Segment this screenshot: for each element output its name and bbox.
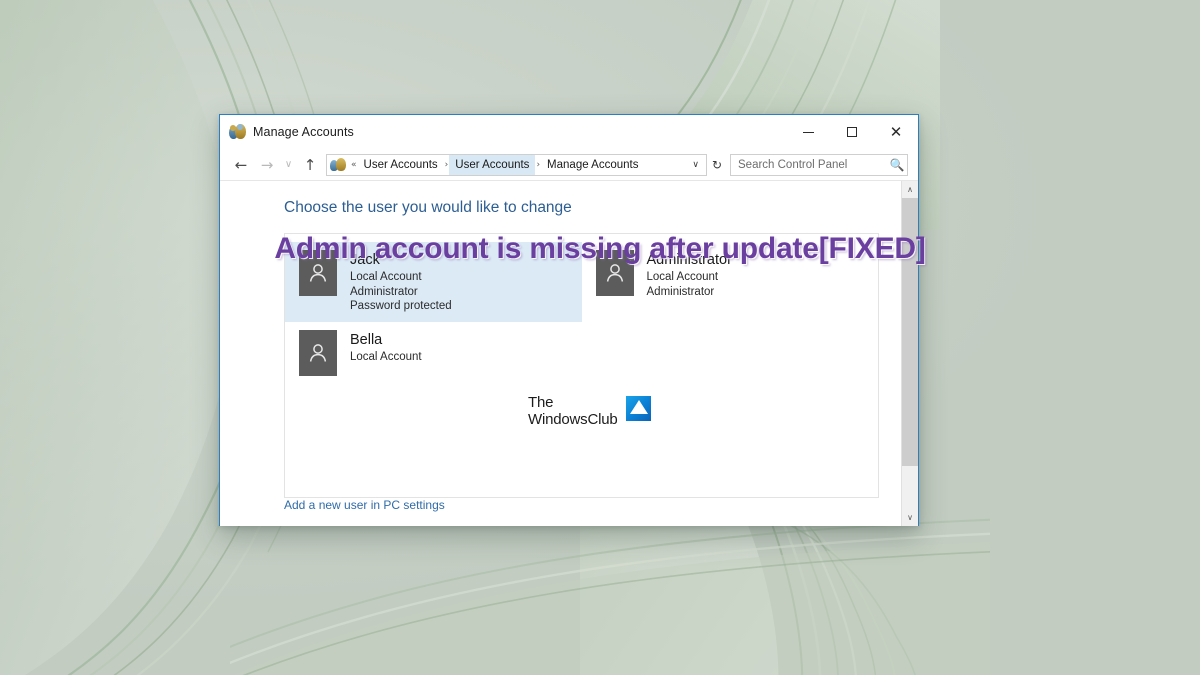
user-meta-line: Administrator (646, 285, 715, 298)
minimize-button[interactable] (786, 115, 830, 149)
desktop-background: Manage Accounts ✕ ← → ∨ ↑ « User Account… (0, 0, 1200, 675)
maximize-button[interactable] (830, 115, 874, 149)
user-meta-line: Password protected (350, 300, 452, 312)
address-dropdown-icon[interactable]: ∨ (685, 160, 706, 170)
user-meta-line: Local Account (646, 271, 719, 283)
breadcrumb-user-accounts-2[interactable]: User Accounts (449, 154, 536, 175)
search-box[interactable]: Search Control Panel 🔍 (730, 153, 908, 176)
window-titlebar[interactable]: Manage Accounts ✕ (220, 115, 918, 149)
search-input[interactable]: Search Control Panel (731, 159, 887, 171)
window-controls: ✕ (786, 115, 918, 149)
overlay-caption: Admin account is missing after update[FI… (274, 232, 926, 265)
add-new-user-link[interactable]: Add a new user in PC settings (284, 498, 445, 512)
close-button[interactable]: ✕ (874, 115, 918, 149)
thewindowsclub-watermark: The WindowsClub (528, 394, 651, 428)
control-panel-icon (330, 157, 346, 172)
user-meta-line: Administrator (350, 285, 418, 298)
window-title: Manage Accounts (253, 125, 354, 139)
user-meta-line: Local Account (350, 271, 422, 283)
user-card-bella[interactable]: Bella Local Account (285, 322, 582, 384)
up-button[interactable]: ↑ (297, 153, 323, 177)
scroll-down-icon[interactable]: ∨ (902, 509, 918, 526)
breadcrumb-user-accounts-1[interactable]: User Accounts (358, 155, 444, 175)
user-meta-line: Local Account (350, 350, 422, 363)
maximize-icon (847, 127, 857, 137)
address-bar[interactable]: « User Accounts › User Accounts › Manage… (326, 153, 707, 176)
refresh-button[interactable]: ↻ (707, 154, 727, 176)
manage-accounts-window[interactable]: Manage Accounts ✕ ← → ∨ ↑ « User Account… (219, 114, 919, 526)
users-panel: Jack Local Account Administrator Passwor… (284, 233, 879, 498)
user-info: Bella Local Account (350, 330, 422, 365)
minimize-icon (802, 131, 814, 133)
user-accounts-icon (229, 123, 246, 141)
back-button[interactable]: ← (228, 153, 254, 177)
overflow-chevron-icon[interactable]: « (350, 160, 358, 170)
breadcrumb-manage-accounts[interactable]: Manage Accounts (541, 155, 644, 175)
forward-button[interactable]: → (254, 153, 280, 177)
scroll-up-icon[interactable]: ∧ (902, 181, 918, 198)
person-glyph (309, 343, 327, 362)
user-avatar-icon (299, 329, 337, 376)
watermark-text: The WindowsClub (528, 394, 618, 428)
navigation-bar: ← → ∨ ↑ « User Accounts › User Accounts … (220, 149, 918, 180)
recent-locations-button[interactable]: ∨ (280, 153, 297, 177)
search-icon[interactable]: 🔍 (887, 158, 907, 172)
page-title: Choose the user you would like to change (284, 199, 572, 216)
thewindowsclub-logo (625, 396, 651, 421)
watermark-line-2: WindowsClub (528, 411, 618, 428)
user-name: Bella (350, 331, 383, 348)
close-icon: ✕ (889, 122, 903, 141)
watermark-line-1: The (528, 394, 554, 411)
